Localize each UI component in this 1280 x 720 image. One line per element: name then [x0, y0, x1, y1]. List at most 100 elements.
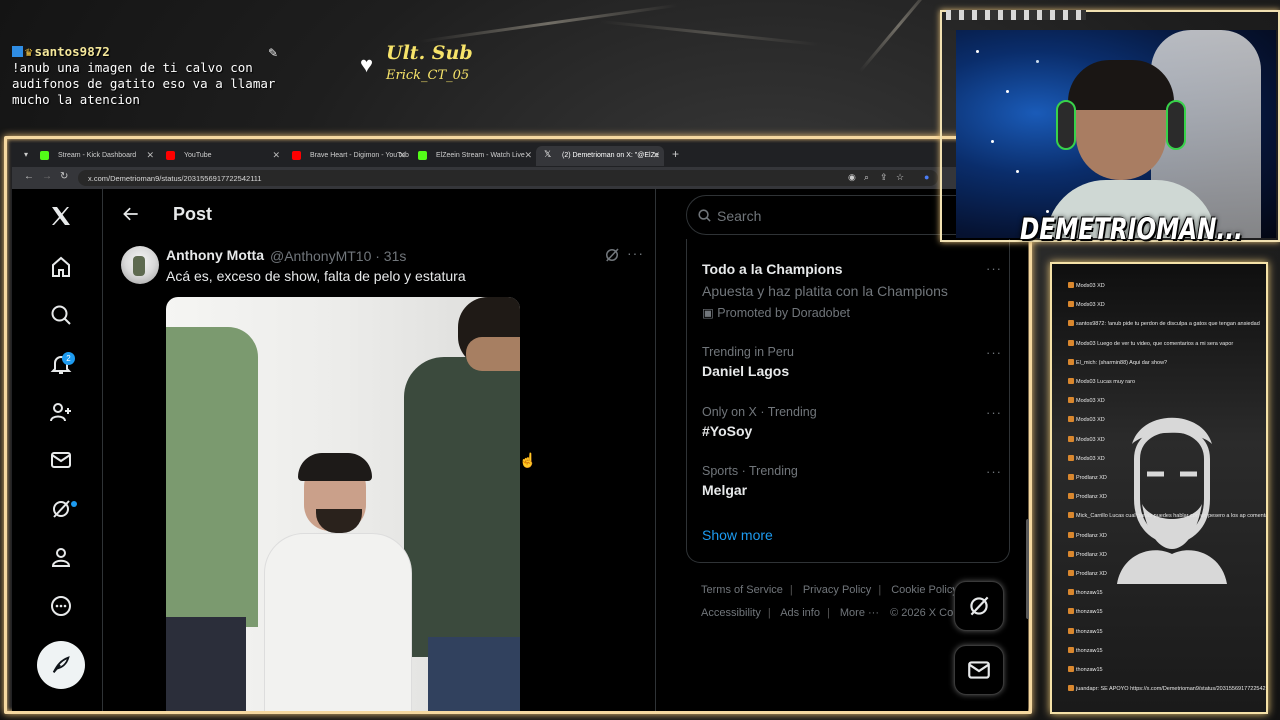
share-icon[interactable]: ⇪	[880, 172, 888, 183]
promoted-trend[interactable]: Todo a la Champions Apuesta y haz platit…	[702, 261, 1002, 320]
chat-line: thonzaw15	[1068, 646, 1103, 654]
chat-badge-icon	[1068, 531, 1074, 538]
page-title: Post	[173, 204, 213, 224]
chat-badge-icon	[1068, 550, 1074, 557]
scrollbar[interactable]	[1026, 519, 1029, 619]
reload-icon[interactable]: ↻	[60, 171, 68, 182]
chat-badge-icon	[1068, 666, 1074, 672]
home-icon[interactable]	[48, 254, 74, 280]
bearded-man-logo	[1117, 417, 1227, 584]
bookmark-star-icon[interactable]: ☆	[896, 172, 904, 183]
new-tab-icon[interactable]: +	[672, 147, 679, 161]
chat-line-text: Mods03 XD	[1076, 302, 1105, 309]
back-icon[interactable]: ←	[24, 171, 34, 182]
grok-floating-button[interactable]	[954, 581, 1004, 631]
heart-icon: ♥	[360, 52, 374, 77]
avatar[interactable]	[121, 246, 159, 284]
chat-line: Mods03 XD	[1068, 454, 1105, 462]
hand-cursor-icon: ☝	[519, 452, 537, 468]
show-more-link[interactable]: Show more	[702, 527, 773, 543]
trend-more-icon[interactable]: ···	[986, 261, 1002, 276]
trend-item[interactable]: Sports · Trending Melgar ···	[702, 464, 1002, 498]
photo-figure	[166, 327, 258, 627]
tweet-media-image[interactable]	[166, 297, 520, 711]
tab-label: Stream - Kick Dashboard	[58, 152, 137, 159]
chat-line-text: Mods03 XD	[1076, 436, 1105, 443]
back-arrow-icon[interactable]	[121, 204, 141, 224]
chat-author-row: ♛ santos9872	[12, 44, 282, 60]
tweet-author-name[interactable]: Anthony Motta	[166, 247, 264, 263]
extension-icon[interactable]: ◉	[848, 172, 856, 183]
close-tab-icon[interactable]: ✕	[146, 150, 154, 161]
promoted-description: Apuesta y haz platita con la Champions	[702, 283, 948, 299]
close-tab-icon[interactable]: ✕	[524, 150, 532, 161]
chat-badge-icon	[1068, 512, 1074, 519]
tweet-more-icon[interactable]: ···	[627, 245, 644, 261]
profile-icon[interactable]: ●	[924, 172, 929, 182]
cookie-link[interactable]: Cookie Policy	[891, 584, 958, 596]
tab-demetrioman-x[interactable]: 𝕏 (2) Demetrioman on X: "@ElZe ✕	[536, 146, 664, 166]
chat-line: Mods03 XD	[1068, 416, 1105, 423]
stars	[976, 50, 979, 53]
trend-title: #YoSoy	[702, 423, 753, 439]
chat-line-text: santos9872: !anub pide tu perdon de disc…	[1076, 321, 1260, 328]
messages-icon[interactable]	[48, 447, 74, 473]
profile-icon[interactable]	[48, 544, 74, 570]
tab-search-icon[interactable]: ▾	[24, 150, 28, 159]
privacy-link[interactable]: Privacy Policy	[803, 584, 871, 596]
close-tab-icon[interactable]: ✕	[272, 150, 280, 161]
chat-line: Prodlanz XD	[1068, 550, 1107, 558]
tab-brave-heart[interactable]: Brave Heart - Digimon - YouTub ✕	[284, 146, 410, 166]
trend-item[interactable]: Only on X · Trending #YoSoy ···	[702, 405, 1002, 439]
feather-icon	[52, 656, 70, 673]
trend-more-icon[interactable]: ···	[986, 464, 1002, 479]
tab-elzeein-stream[interactable]: ElZeein Stream - Watch Live ✕	[410, 146, 536, 166]
more-link[interactable]: More ···	[840, 607, 879, 619]
terms-link[interactable]: Terms of Service	[701, 584, 783, 596]
tab-label: YouTube	[184, 152, 212, 159]
tab-label: (2) Demetrioman on X: "@ElZe	[562, 152, 659, 159]
chat-line: Mods03 XD	[1068, 301, 1105, 308]
forward-icon[interactable]: →	[42, 171, 52, 182]
messages-floating-button[interactable]	[954, 645, 1004, 695]
tab-youtube[interactable]: YouTube ✕	[158, 146, 284, 166]
trend-more-icon[interactable]: ···	[986, 345, 1002, 360]
chat-line-text: Mods03 XD	[1076, 283, 1105, 289]
promoted-title: Todo a la Champions	[702, 261, 843, 277]
chat-line-text: thonzaw15	[1076, 647, 1103, 654]
grok-new-dot	[71, 501, 77, 507]
ads-info-link[interactable]: Ads info	[780, 607, 820, 619]
chat-line-text: thonzaw15	[1076, 609, 1103, 616]
chat-line: thonzaw15	[1068, 627, 1103, 635]
trend-more-icon[interactable]: ···	[986, 405, 1002, 420]
tweet-author-handle[interactable]: @AnthonyMT10 · 31s	[270, 248, 406, 264]
last-sub-label: Ult. Sub	[386, 42, 473, 64]
accessibility-link[interactable]: Accessibility	[701, 607, 761, 619]
follow-icon[interactable]	[48, 399, 74, 425]
streamer-name: DEMETRIOMAN...	[1020, 212, 1243, 246]
right-sidebar: Search Todo a la Champions Apuesta y haz…	[656, 189, 1028, 711]
address-bar[interactable]: x.com/Demetrioman9/status/20315569177225…	[78, 170, 938, 186]
stream-chat-overlay: ♛ santos9872 !anub una imagen de ti calvo…	[12, 44, 282, 108]
grok-explain-icon[interactable]	[603, 246, 621, 264]
close-tab-icon[interactable]: ✕	[652, 150, 660, 161]
left-navigation: 2	[12, 189, 102, 711]
main-column: Post Anthony Motta @AnthonyMT10 · 31s ··…	[102, 189, 656, 711]
search-icon[interactable]	[48, 302, 74, 328]
tab-kick-dashboard[interactable]: Stream - Kick Dashboard ✕	[32, 146, 158, 166]
more-options-icon[interactable]	[48, 593, 74, 619]
grok-icon[interactable]	[48, 496, 74, 522]
webcam-video	[956, 30, 1276, 238]
zoom-icon[interactable]: ⌕	[864, 172, 869, 183]
x-logo-icon[interactable]	[48, 203, 74, 229]
trend-item[interactable]: Trending in Peru Daniel Lagos ···	[702, 345, 1002, 379]
chat-line-text: Prodlanz XD	[1076, 551, 1107, 558]
compose-post-button[interactable]	[37, 641, 85, 689]
chat-badge-icon	[1068, 282, 1074, 288]
x-favicon-icon: 𝕏	[544, 149, 552, 159]
close-tab-icon[interactable]: ✕	[398, 150, 406, 161]
chat-line-text: Mods03 XD	[1076, 455, 1105, 462]
grok-icon	[970, 596, 989, 616]
photo-figure	[404, 357, 520, 657]
chat-line-text: Prodlanz XD	[1076, 532, 1107, 539]
